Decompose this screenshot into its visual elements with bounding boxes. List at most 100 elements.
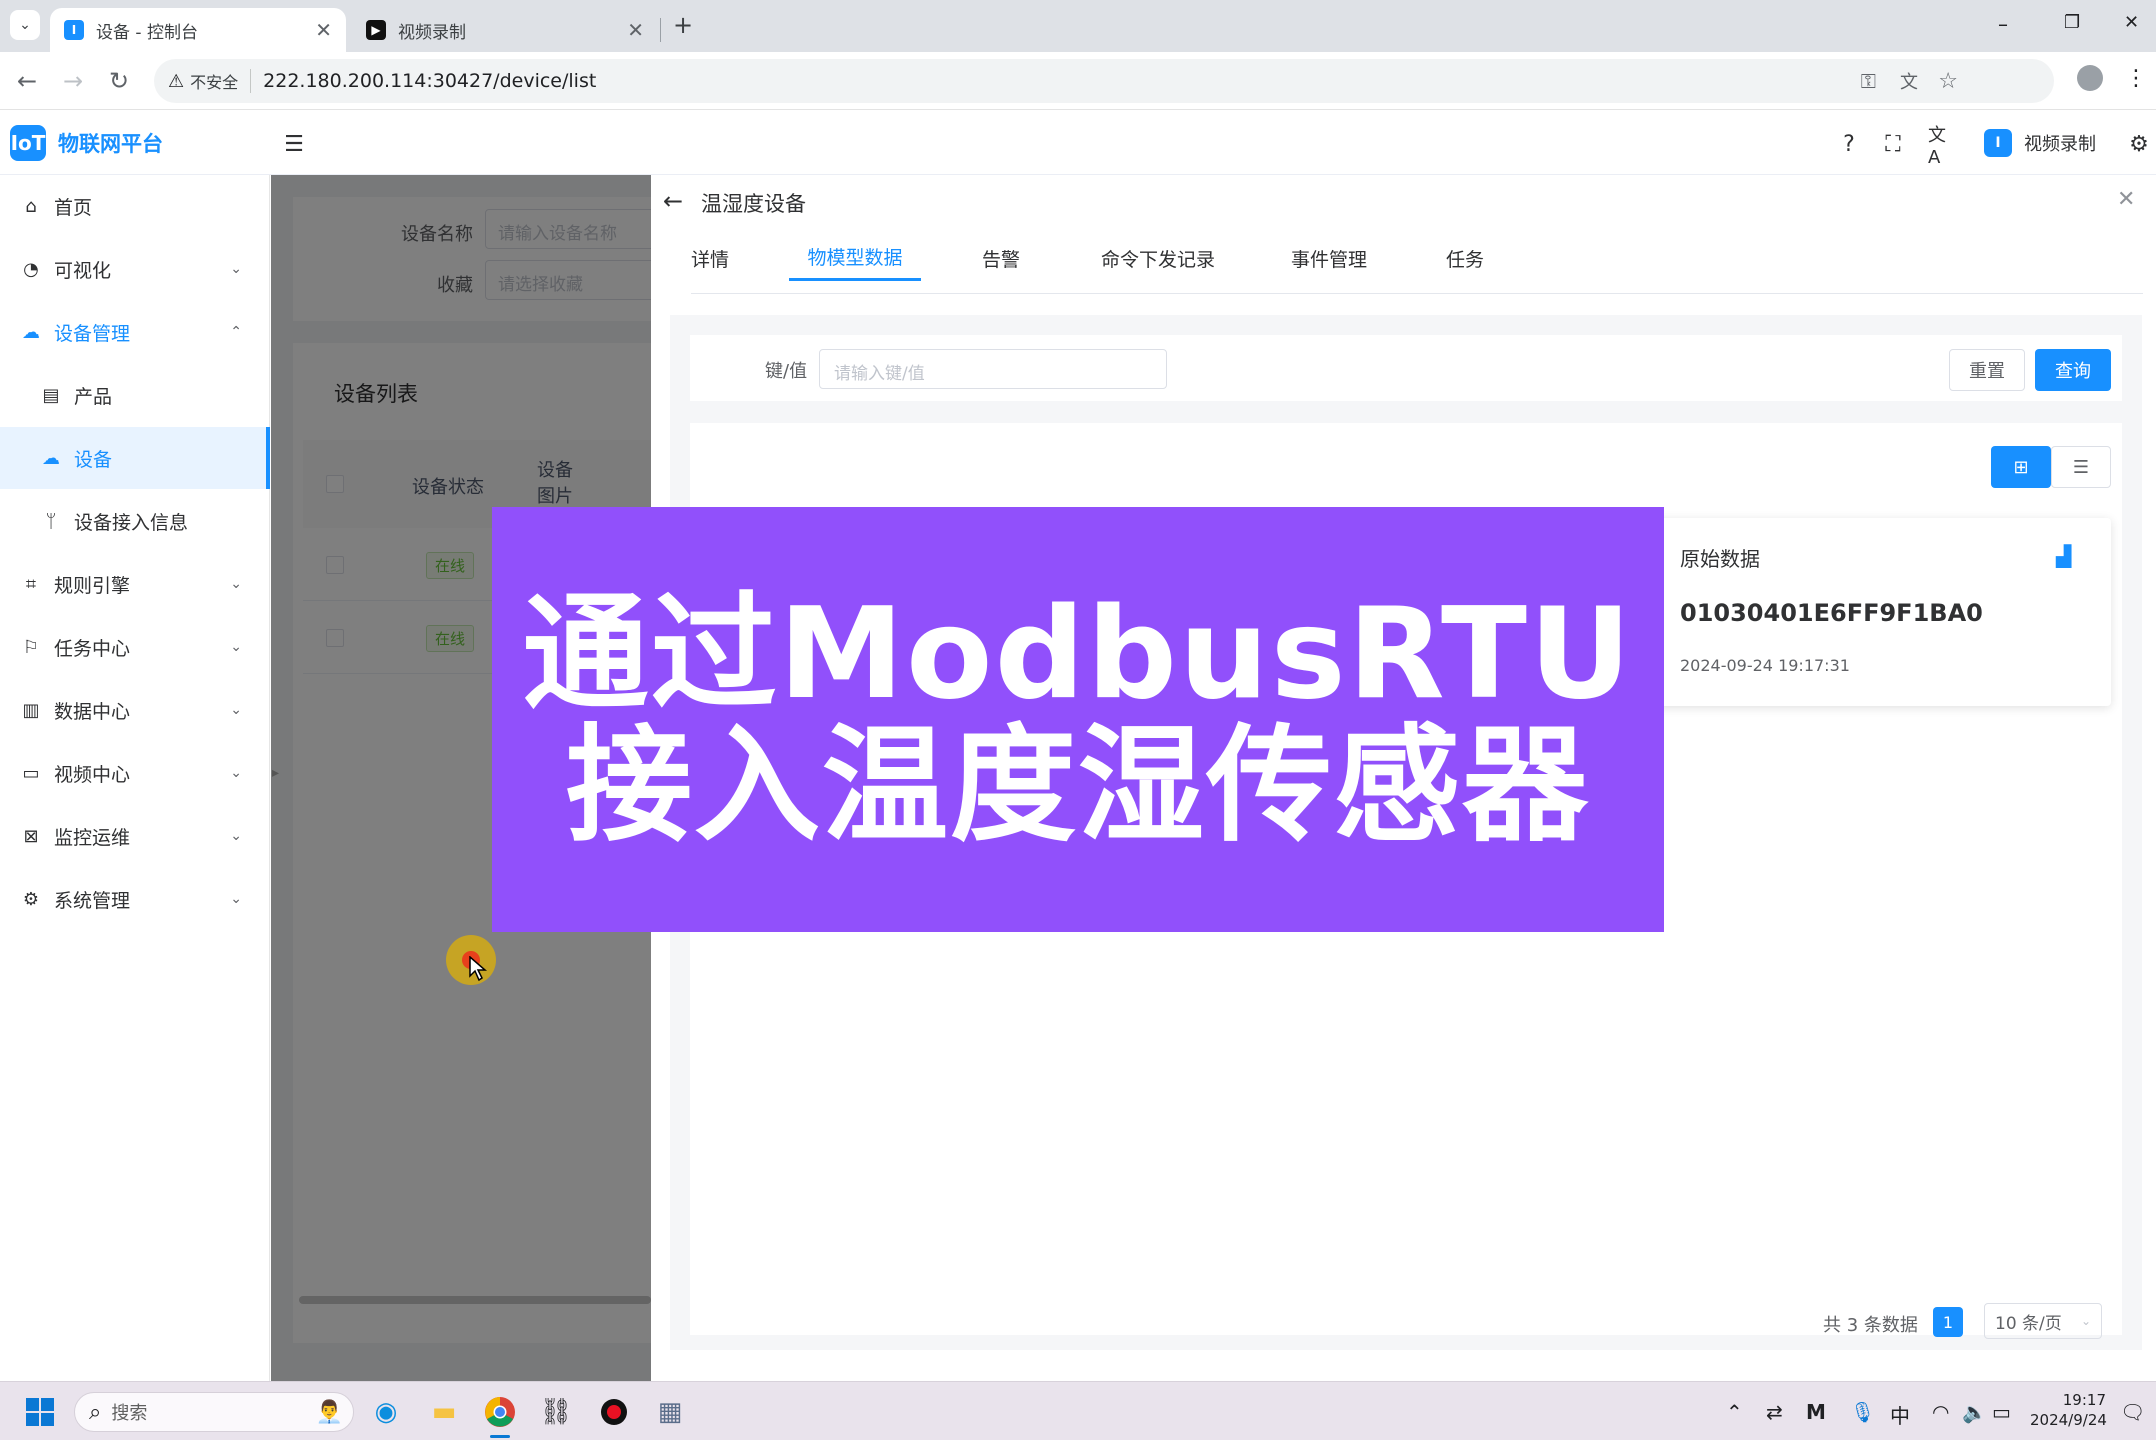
taskbar-search-box[interactable]: ⌕ 搜索 👨‍💼 bbox=[74, 1392, 354, 1432]
edge-browser-icon[interactable]: ◉ bbox=[366, 1392, 406, 1432]
clock[interactable]: 19:17 2024/9/24 bbox=[2030, 1390, 2107, 1430]
sidebar-collapse-handle[interactable]: ▸ bbox=[272, 765, 286, 789]
reload-icon[interactable]: ↻ bbox=[102, 64, 136, 98]
sidebar-item-device[interactable]: ☁ 设备 bbox=[0, 427, 270, 489]
sidebar-item-data-center[interactable]: ▥ 数据中心 ⌄ bbox=[0, 679, 270, 741]
restore-button[interactable]: ❐ bbox=[2064, 12, 2080, 33]
screen-recorder-icon[interactable] bbox=[594, 1392, 634, 1432]
video-favicon-icon: ▶ bbox=[366, 20, 386, 40]
device-icon: ☁ bbox=[42, 447, 60, 469]
close-window-button[interactable]: ✕ bbox=[2124, 12, 2139, 33]
sidebar-item-monitoring[interactable]: ⊠ 监控运维 ⌄ bbox=[0, 805, 270, 867]
calculator-icon[interactable]: ▦ bbox=[650, 1392, 690, 1432]
close-icon[interactable]: ✕ bbox=[2117, 187, 2135, 212]
sidebar-item-video-center[interactable]: ▭ 视频中心 ⌄ bbox=[0, 742, 270, 804]
forward-arrow-icon[interactable]: → bbox=[56, 64, 90, 98]
security-label[interactable]: 不安全 bbox=[190, 69, 238, 93]
tray-overflow-icon[interactable]: ⌃ bbox=[1726, 1400, 1743, 1424]
warning-icon[interactable]: ⚠ bbox=[168, 71, 184, 92]
sidebar-item-label: 系统管理 bbox=[54, 889, 131, 912]
tab-search-button[interactable]: ⌄ bbox=[10, 10, 40, 40]
clock-time: 19:17 bbox=[2062, 1391, 2106, 1409]
tab-alarms[interactable]: 告警 bbox=[982, 235, 1020, 281]
sidebar-item-label: 设备 bbox=[74, 448, 113, 471]
monitor-icon: ⊠ bbox=[23, 825, 39, 847]
new-tab-button[interactable]: + bbox=[668, 10, 698, 40]
sidebar-item-task-center[interactable]: ⚐ 任务中心 ⌄ bbox=[0, 616, 270, 678]
tab-event-management[interactable]: 事件管理 bbox=[1291, 235, 1367, 281]
browser-toolbar: ← → ↻ ⚠ 不安全 222.180.200.114:30427/device… bbox=[0, 52, 2156, 110]
tray-app-icon[interactable]: M bbox=[1806, 1400, 1826, 1424]
chevron-down-icon: ⌄ bbox=[230, 639, 242, 655]
tab-title: 设备 - 控制台 bbox=[96, 22, 198, 43]
close-tab-icon[interactable]: ✕ bbox=[315, 18, 332, 42]
collapse-menu-icon[interactable]: ☰ bbox=[279, 129, 309, 159]
chevron-down-icon: ⌄ bbox=[230, 765, 242, 781]
browser-tab-strip: ⌄ I 设备 - 控制台 ✕ ▶ 视频录制 ✕ + – ❐ ✕ bbox=[0, 0, 2156, 52]
chevron-down-icon: ⌄ bbox=[230, 576, 242, 592]
tab-command-history[interactable]: 命令下发记录 bbox=[1101, 235, 1215, 281]
page-size-select[interactable]: 10 条/页 ⌄ bbox=[1984, 1303, 2102, 1339]
windows-start-icon[interactable] bbox=[20, 1392, 60, 1432]
back-arrow-icon[interactable]: ← bbox=[663, 187, 683, 215]
search-icon: ⌕ bbox=[89, 1399, 102, 1425]
app-favicon-icon: I bbox=[64, 20, 84, 40]
address-bar[interactable]: ⚠ 不安全 222.180.200.114:30427/device/list … bbox=[154, 59, 2054, 103]
sidebar-item-device-access[interactable]: ᛘ 设备接入信息 bbox=[0, 490, 270, 552]
network-app-icon[interactable]: ⛓ bbox=[536, 1392, 576, 1432]
sidebar-item-system[interactable]: ⚙ 系统管理 ⌄ bbox=[0, 868, 270, 930]
language-icon[interactable]: 文A bbox=[1928, 125, 1958, 168]
tab-tasks[interactable]: 任务 bbox=[1446, 235, 1484, 281]
sidebar-item-label: 数据中心 bbox=[54, 700, 131, 723]
notification-icon[interactable]: 🗨 bbox=[2120, 1400, 2145, 1424]
sidebar-item-device-management[interactable]: ☁ 设备管理 ⌃ bbox=[0, 301, 270, 363]
logo-text: 物联网平台 bbox=[58, 132, 163, 156]
history-chart-icon[interactable]: ▟ bbox=[2056, 544, 2071, 568]
password-key-icon[interactable]: ⚿ bbox=[1861, 69, 1876, 93]
user-label: 视频录制 bbox=[2024, 134, 2096, 155]
help-icon[interactable]: ? bbox=[1834, 129, 1864, 159]
url-text[interactable]: 222.180.200.114:30427/device/list bbox=[263, 70, 596, 92]
volume-icon[interactable]: 🔈 bbox=[1962, 1400, 1987, 1424]
chevron-down-icon: ⌄ bbox=[230, 828, 242, 844]
profile-avatar-icon[interactable] bbox=[2070, 60, 2110, 96]
file-explorer-icon[interactable]: ▬ bbox=[424, 1392, 464, 1432]
translate-icon[interactable]: 文 bbox=[1900, 68, 1918, 94]
tab-thing-model-data[interactable]: 物模型数据 bbox=[789, 235, 921, 281]
tray-transfer-icon[interactable]: ⇄ bbox=[1766, 1400, 1783, 1424]
user-menu[interactable]: I 视频录制 bbox=[1984, 129, 2096, 157]
settings-icon: ⚙ bbox=[22, 888, 40, 910]
sidebar-item-rule-engine[interactable]: ⌗ 规则引擎 ⌄ bbox=[0, 553, 270, 615]
close-tab-icon[interactable]: ✕ bbox=[627, 18, 644, 42]
key-value-input[interactable]: 请输入键/值 bbox=[819, 349, 1167, 389]
header-settings-icon[interactable]: ⚙ bbox=[2124, 129, 2154, 159]
tab-title: 视频录制 bbox=[398, 22, 466, 43]
chrome-icon[interactable] bbox=[480, 1392, 520, 1432]
minimize-button[interactable]: – bbox=[1998, 12, 2008, 36]
list-view-button[interactable]: ☰ bbox=[2051, 446, 2111, 488]
wifi-icon[interactable]: ◠ bbox=[1932, 1400, 1949, 1424]
card-value: 01030401E6FF9F1BA0 bbox=[1680, 599, 1983, 627]
browser-tab-video[interactable]: ▶ 视频录制 ✕ bbox=[352, 8, 658, 52]
battery-icon[interactable]: ▭ bbox=[1992, 1400, 2011, 1424]
sidebar-item-label: 可视化 bbox=[54, 259, 112, 282]
fullscreen-icon[interactable]: ⛶ bbox=[1878, 129, 1908, 159]
query-button[interactable]: 查询 bbox=[2035, 349, 2111, 391]
sidebar-item-home[interactable]: ⌂ 首页 bbox=[0, 175, 270, 237]
back-arrow-icon[interactable]: ← bbox=[10, 64, 44, 98]
sidebar-item-visualization[interactable]: ◔ 可视化 ⌄ bbox=[0, 238, 270, 300]
browser-menu-icon[interactable]: ⋮ bbox=[2116, 60, 2156, 96]
browser-tab-device[interactable]: I 设备 - 控制台 ✕ bbox=[50, 8, 346, 52]
device-group-icon: ☁ bbox=[22, 321, 40, 343]
page-1-button[interactable]: 1 bbox=[1933, 1307, 1963, 1337]
mouse-pointer-icon bbox=[469, 956, 487, 982]
tab-details[interactable]: 详情 bbox=[691, 235, 729, 281]
bookmark-star-icon[interactable]: ☆ bbox=[1938, 69, 1958, 94]
grid-view-button[interactable]: ⊞ bbox=[1991, 446, 2051, 488]
ime-indicator[interactable]: 中 bbox=[1890, 1400, 1910, 1429]
logo[interactable]: IoT 物联网平台 bbox=[10, 125, 163, 161]
microphone-icon[interactable]: 🎙 bbox=[1850, 1400, 1875, 1424]
sidebar-item-product[interactable]: ▤ 产品 bbox=[0, 364, 270, 426]
sidebar-item-label: 设备接入信息 bbox=[74, 511, 189, 534]
reset-button[interactable]: 重置 bbox=[1949, 349, 2025, 391]
